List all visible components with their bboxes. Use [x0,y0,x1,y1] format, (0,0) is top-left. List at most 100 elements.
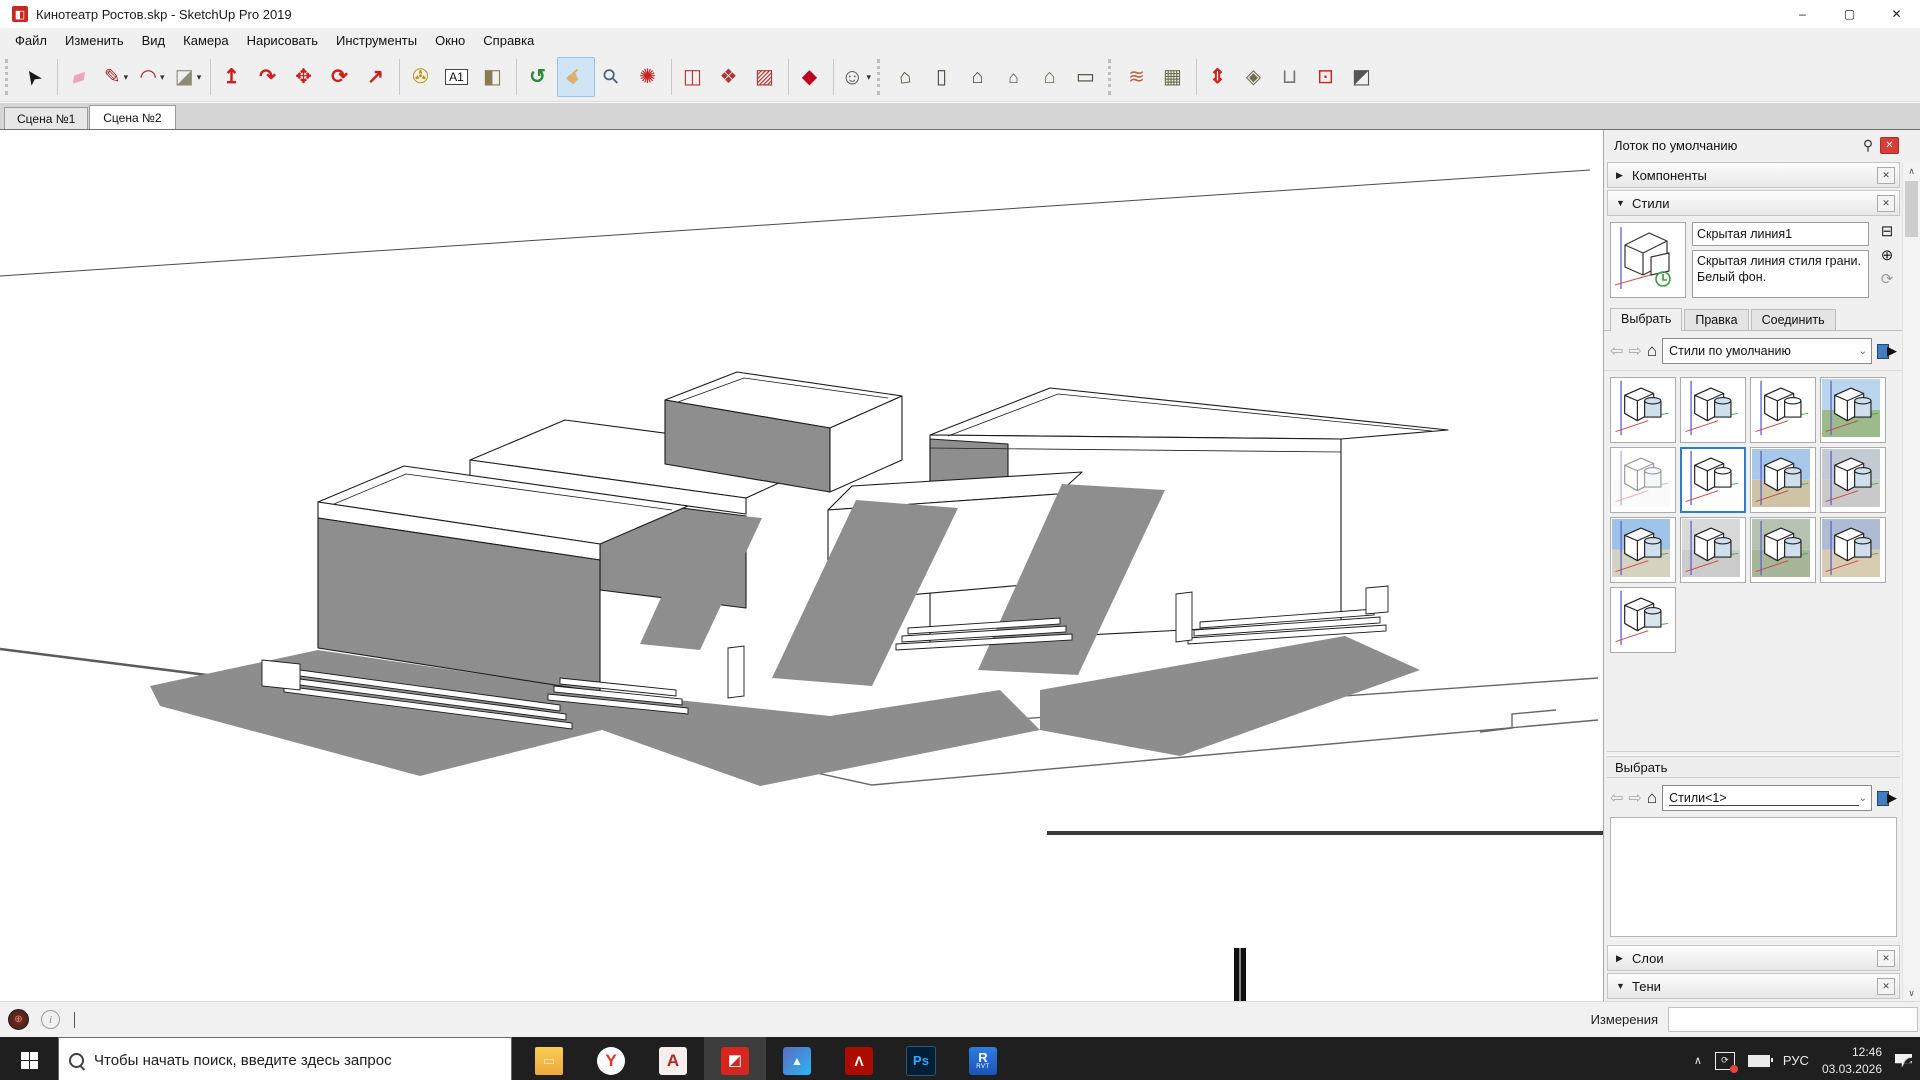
details-menu-icon[interactable] [1877,789,1897,807]
pan-tool-icon[interactable]: ☛ [557,57,595,97]
account-icon[interactable]: ☺▾ [838,58,874,96]
orbit-tool-icon[interactable]: ↺ [521,58,557,96]
eraser-tool-icon[interactable]: ▰ [62,58,98,96]
styles-collection-dropdown[interactable]: Стили по умолчанию ⌄ [1662,338,1872,364]
in-model-styles-list[interactable] [1610,817,1897,937]
model-viewport[interactable] [0,130,1603,1001]
details-menu-icon[interactable] [1877,342,1897,360]
style-description-box[interactable]: Скрытая линия стиля грани. Белый фон. [1692,250,1869,298]
style-thumb[interactable] [1750,517,1816,583]
taskbar-revit-icon[interactable]: R RVT [952,1037,1014,1080]
zoom-tool-icon[interactable]: ⚲ [595,58,631,96]
view-top-icon[interactable]: ▯ [925,58,961,96]
in-model-styles-dropdown[interactable]: Стили<1> ⌄ [1662,785,1872,811]
taskbar-explorer-icon[interactable]: ▭ [518,1037,580,1080]
export-model-icon[interactable]: ◫ [676,58,712,96]
notifications-icon[interactable]: 1 [1895,1054,1912,1068]
forward-arrow-icon[interactable]: ⇨ [1628,788,1641,808]
ruby-gem-icon[interactable]: ◆ [793,58,829,96]
scroll-up-icon[interactable]: ∧ [1903,163,1920,179]
select-tool-icon[interactable]: ➤ [17,58,53,96]
measurements-input[interactable] [1668,1007,1918,1032]
menu-draw[interactable]: Нарисовать [238,30,327,51]
styles-tab-mix[interactable]: Соединить [1751,309,1836,330]
menu-view[interactable]: Вид [133,30,175,51]
style-thumb[interactable] [1610,587,1676,653]
start-button[interactable] [0,1037,58,1080]
taskbar-yandex-icon[interactable]: Y [580,1037,642,1080]
close-icon[interactable]: ✕ [1877,950,1895,967]
arc-tool-icon[interactable]: ◠▾ [134,58,170,96]
close-icon[interactable]: ✕ [1877,167,1895,184]
export-image-icon[interactable]: ❖ [712,58,748,96]
style-thumb[interactable] [1750,377,1816,443]
toolbar-grip[interactable] [877,59,884,95]
menu-camera[interactable]: Камера [174,30,237,51]
smoove-tool-icon[interactable]: ⇕ [1201,58,1237,96]
menu-help[interactable]: Справка [474,30,543,51]
new-style-icon[interactable]: ⊕ [1881,248,1894,263]
style-thumb[interactable] [1820,447,1886,513]
scroll-down-icon[interactable]: ∨ [1903,985,1920,1001]
line-tool-icon[interactable]: ✎▾ [98,58,134,96]
style-thumb[interactable] [1680,377,1746,443]
update-style-icon[interactable]: ⟳ [1881,272,1894,287]
section-shadows[interactable]: ▼ Тени ✕ [1607,973,1900,999]
style-thumb[interactable] [1750,447,1816,513]
tape-measure-icon[interactable]: ✇ [404,58,440,96]
minimize-button[interactable]: – [1779,0,1826,28]
zoom-extents-icon[interactable]: ✺ [631,58,667,96]
section-components[interactable]: ▶ Компоненты ✕ [1607,162,1900,188]
scrollbar-thumb[interactable] [1905,181,1918,237]
back-arrow-icon[interactable]: ⇦ [1610,341,1623,361]
menu-edit[interactable]: Изменить [56,30,133,51]
taskbar-sketchup-icon[interactable]: ◩ [704,1037,766,1080]
rotate-tool-icon[interactable]: ⟳ [323,58,359,96]
stamp-tool-icon[interactable]: ◈ [1237,58,1273,96]
style-name-input[interactable]: Скрытая линия1 [1692,222,1869,246]
pushpull-tool-icon[interactable]: ↥ [215,58,251,96]
view-back-icon[interactable]: ⌂ [1033,58,1069,96]
taskbar-photoshop-icon[interactable]: Ps [890,1037,952,1080]
style-thumb[interactable] [1820,517,1886,583]
view-iso-icon[interactable]: ⌂ [889,58,925,96]
view-front-icon[interactable]: ⌂ [961,58,997,96]
toolbar-grip[interactable] [1108,59,1115,95]
paint-bucket-icon[interactable]: ◧ [476,58,512,96]
rectangle-tool-icon[interactable]: ◪▾ [170,58,206,96]
section-styles[interactable]: ▼ Стили ✕ [1607,190,1900,216]
close-icon[interactable]: ✕ [1877,978,1895,995]
text-tool-icon[interactable]: A1 [440,58,476,96]
battery-icon[interactable] [1748,1055,1770,1067]
followme-tool-icon[interactable]: ↷ [251,58,287,96]
style-thumb[interactable] [1680,517,1746,583]
view-left-icon[interactable]: ▭ [1069,58,1105,96]
section-layers[interactable]: ▶ Слои ✕ [1607,945,1900,971]
sync-alert-icon[interactable]: ⟳ [1715,1052,1735,1070]
style-thumb[interactable] [1610,377,1676,443]
style-thumb[interactable] [1610,517,1676,583]
menu-tools[interactable]: Инструменты [327,30,426,51]
back-arrow-icon[interactable]: ⇦ [1610,788,1623,808]
close-button[interactable]: ✕ [1873,0,1920,28]
maximize-button[interactable]: ▢ [1826,0,1873,28]
toolbar-grip[interactable] [5,59,12,95]
taskbar-search[interactable]: Чтобы начать поиск, введите здесь запрос [58,1037,512,1080]
home-icon[interactable]: ⌂ [1647,341,1657,361]
scale-tool-icon[interactable]: ↗ [359,58,395,96]
taskbar-autocad-icon[interactable]: A [642,1037,704,1080]
tray-chevron-icon[interactable]: ∧ [1694,1054,1702,1067]
home-icon[interactable]: ⌂ [1647,788,1657,808]
style-thumb[interactable] [1820,377,1886,443]
sandbox-from-contours-icon[interactable]: ≋ [1120,58,1156,96]
tray-scrollbar[interactable]: ∧ ∨ [1902,163,1920,1001]
scene-tab-1[interactable]: Сцена №1 [4,107,88,129]
taskbar-photos-icon[interactable]: ▲ [766,1037,828,1080]
menu-file[interactable]: Файл [6,30,56,51]
scene-tab-2[interactable]: Сцена №2 [89,105,175,129]
move-tool-icon[interactable]: ✥ [287,58,323,96]
secondary-pane-icon[interactable]: ⊟ [1881,224,1894,239]
language-indicator[interactable]: РУС [1783,1053,1809,1068]
taskbar-acrobat-icon[interactable]: Λ [828,1037,890,1080]
drape-tool-icon[interactable]: ⊔ [1273,58,1309,96]
